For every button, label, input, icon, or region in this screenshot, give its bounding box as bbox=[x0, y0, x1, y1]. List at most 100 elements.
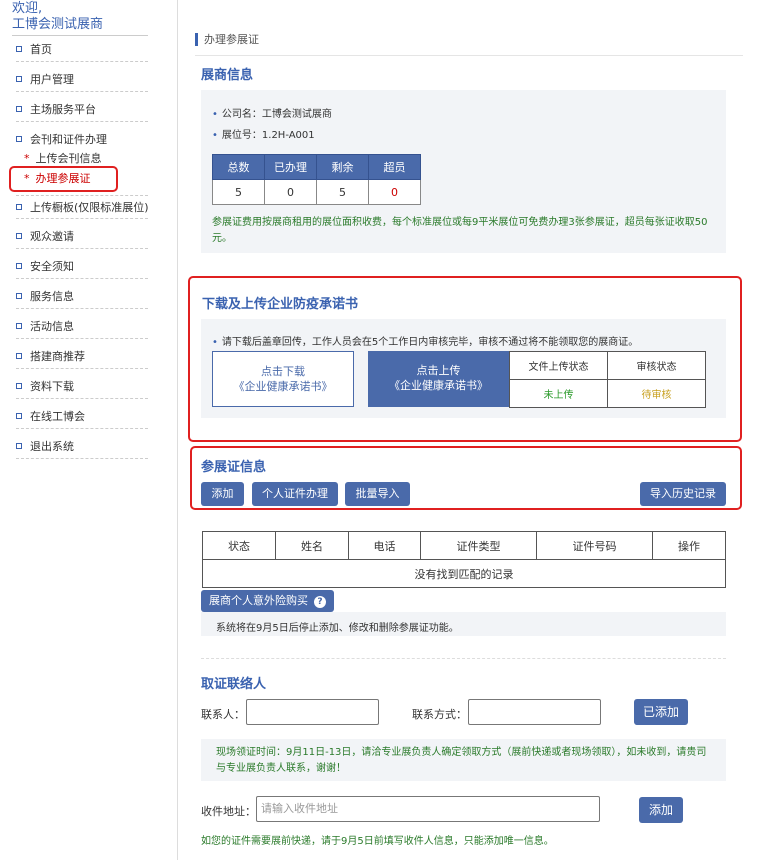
column-header[interactable]: 姓名 bbox=[275, 531, 349, 560]
column-header[interactable]: 证件类型 bbox=[420, 531, 537, 560]
sidebar-item-label: 上传橱板(仅限标准展位) bbox=[30, 201, 149, 214]
download-label: 点击下载 bbox=[261, 365, 305, 378]
sidebar-item-visitor-invite[interactable]: 观众邀请 bbox=[16, 225, 148, 249]
welcome-line1: 欢迎, bbox=[12, 1, 43, 16]
insurance-button[interactable]: 展商个人意外险购买? bbox=[201, 590, 334, 612]
sidebar-item-label: 首页 bbox=[30, 43, 52, 56]
bullet-icon bbox=[16, 323, 22, 329]
sidebar-item-upload-fascia[interactable]: 上传橱板(仅限标准展位) bbox=[16, 195, 149, 219]
star-icon: * bbox=[24, 152, 30, 165]
pass-stats-table: 总数 已办理 剩余 超员 5 0 5 0 bbox=[212, 154, 421, 205]
sidebar-item-label: 会刊和证件办理 bbox=[30, 133, 107, 146]
sidebar-item-label: 主场服务平台 bbox=[30, 103, 96, 116]
upload-status-value: 未上传 bbox=[509, 379, 608, 408]
bullet-icon bbox=[16, 106, 22, 112]
pickup-time-notice: 现场领证时间：9月11日-13日，请洽专业展负责人确定领取方式（展前快递或者现场… bbox=[216, 747, 707, 774]
address-label: 收件地址： bbox=[201, 805, 256, 818]
upload-label: 点击上传 bbox=[416, 364, 461, 377]
bullet-icon bbox=[16, 383, 22, 389]
bullet-icon bbox=[16, 233, 22, 239]
personal-cert-button[interactable]: 个人证件办理 bbox=[252, 482, 338, 506]
sidebar-item-home[interactable]: 首页 bbox=[16, 38, 148, 62]
stat-header: 剩余 bbox=[316, 154, 369, 180]
sidebar-item-label: 服务信息 bbox=[30, 290, 74, 303]
bullet-icon bbox=[16, 413, 22, 419]
stat-overage: 0 bbox=[368, 179, 421, 205]
cert-deadline-notice: 系统将在9月5日后停止添加、修改和删除参展证功能。 bbox=[216, 623, 459, 634]
download-pledge-button[interactable]: 点击下载 《企业健康承诺书》 bbox=[212, 351, 354, 407]
sidebar-item-catalog-certs[interactable]: 会刊和证件办理 bbox=[16, 128, 148, 152]
review-status-value: 待审核 bbox=[607, 379, 706, 408]
welcome-divider bbox=[12, 35, 148, 36]
contact-title: 取证联络人 bbox=[201, 677, 267, 692]
sidebar: 欢迎, 工博会测试展商 首页 用户管理 主场服务平台 会刊和证件办理 * 上传会刊… bbox=[0, 0, 158, 860]
sidebar-item-downloads[interactable]: 资料下载 bbox=[16, 375, 148, 399]
sidebar-item-label: 退出系统 bbox=[30, 440, 74, 453]
column-header[interactable]: 操作 bbox=[652, 531, 726, 560]
sidebar-item-logout[interactable]: 退出系统 bbox=[16, 435, 148, 459]
breadcrumb-divider bbox=[195, 55, 743, 56]
add-cert-button[interactable]: 添加 bbox=[201, 482, 244, 506]
cert-info-title: 参展证信息 bbox=[201, 460, 267, 475]
sidebar-item-safety[interactable]: 安全须知 bbox=[16, 255, 148, 279]
bullet-icon bbox=[16, 136, 22, 142]
add-address-button[interactable]: 添加 bbox=[639, 797, 683, 823]
welcome-text: 欢迎, 工博会测试展商 bbox=[12, 1, 103, 33]
sidebar-item-label: 在线工博会 bbox=[30, 410, 85, 423]
bullet-icon bbox=[16, 263, 22, 269]
contact-phone-label: 联系方式： bbox=[412, 708, 467, 721]
bullet-icon bbox=[16, 204, 22, 210]
empty-row: 没有找到匹配的记录 bbox=[202, 559, 726, 588]
download-doc-name: 《企业健康承诺书》 bbox=[233, 380, 333, 393]
sidebar-item-events[interactable]: 活动信息 bbox=[16, 315, 148, 339]
pledge-hint: 请下载后盖章回传，工作人员会在5个工作日内审核完毕，审核不通过将不能领取您的展商… bbox=[212, 333, 638, 348]
contact-phone-input[interactable] bbox=[468, 699, 601, 725]
highlight-box bbox=[9, 166, 118, 192]
insurance-label: 展商个人意外险购买 bbox=[209, 594, 308, 607]
company-name: 公司名：工博会测试展商 bbox=[212, 105, 332, 120]
sidebar-item-users[interactable]: 用户管理 bbox=[16, 68, 148, 92]
stat-header: 总数 bbox=[212, 154, 265, 180]
sidebar-item-label: 活动信息 bbox=[30, 320, 74, 333]
contact-added-button[interactable]: 已添加 bbox=[634, 699, 688, 725]
column-header[interactable]: 证件号码 bbox=[536, 531, 653, 560]
sidebar-subitem-label: 上传会刊信息 bbox=[35, 152, 102, 165]
sidebar-item-label: 观众邀请 bbox=[30, 230, 74, 243]
main-content: 办理参展证 展商信息 公司名：工博会测试展商 展位号：1.2H-A001 总数 … bbox=[178, 0, 761, 860]
sidebar-item-service-platform[interactable]: 主场服务平台 bbox=[16, 98, 148, 122]
import-history-button[interactable]: 导入历史记录 bbox=[640, 482, 726, 506]
booth-number: 展位号：1.2H-A001 bbox=[212, 126, 315, 141]
welcome-line2: 工博会测试展商 bbox=[12, 17, 104, 32]
sidebar-item-builders[interactable]: 搭建商推荐 bbox=[16, 345, 148, 369]
sidebar-item-label: 搭建商推荐 bbox=[30, 350, 85, 363]
pledge-status-table: 文件上传状态 审核状态 未上传 待审核 bbox=[509, 351, 706, 408]
sidebar-item-label: 用户管理 bbox=[30, 73, 74, 86]
batch-import-button[interactable]: 批量导入 bbox=[345, 482, 410, 506]
pass-fee-note: 参展证费用按展商租用的展位面积收费，每个标准展位或每9平米展位可免费办理3张参展… bbox=[212, 217, 708, 244]
stat-total: 5 bbox=[212, 179, 265, 205]
stat-header: 超员 bbox=[368, 154, 421, 180]
upload-pledge-button[interactable]: 点击上传 《企业健康承诺书》 bbox=[368, 351, 509, 407]
pledge-title: 下载及上传企业防疫承诺书 bbox=[202, 297, 359, 312]
bullet-icon bbox=[16, 353, 22, 359]
sidebar-item-label: 资料下载 bbox=[30, 380, 74, 393]
column-header[interactable]: 电话 bbox=[348, 531, 421, 560]
cert-table: 状态 姓名 电话 证件类型 证件号码 操作 没有找到匹配的记录 bbox=[202, 531, 726, 588]
bullet-icon bbox=[16, 46, 22, 52]
sidebar-item-online-expo[interactable]: 在线工博会 bbox=[16, 405, 148, 429]
exhibitor-info-title: 展商信息 bbox=[201, 68, 254, 83]
sidebar-item-service-info[interactable]: 服务信息 bbox=[16, 285, 148, 309]
column-header[interactable]: 状态 bbox=[202, 531, 276, 560]
help-icon[interactable]: ? bbox=[314, 596, 326, 608]
review-status-header: 审核状态 bbox=[607, 351, 706, 380]
stat-processed: 0 bbox=[264, 179, 317, 205]
bullet-icon bbox=[16, 443, 22, 449]
breadcrumb: 办理参展证 bbox=[195, 33, 259, 46]
bullet-icon bbox=[16, 76, 22, 82]
sidebar-subitem-upload-catalog[interactable]: * 上传会刊信息 bbox=[24, 152, 102, 166]
upload-status-header: 文件上传状态 bbox=[509, 351, 608, 380]
express-footer-note: 如您的证件需要展前快递，请于9月5日前填写收件人信息，只能添加唯一信息。 bbox=[201, 836, 554, 847]
contact-name-input[interactable] bbox=[246, 699, 379, 725]
bullet-icon bbox=[16, 293, 22, 299]
address-input[interactable]: 请输入收件地址 bbox=[256, 796, 600, 822]
